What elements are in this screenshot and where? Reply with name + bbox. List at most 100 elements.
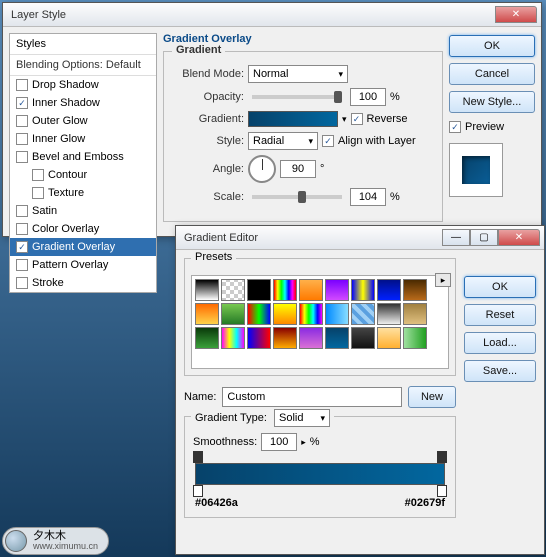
watermark-url: www.ximumu.cn bbox=[33, 542, 98, 551]
layer-style-titlebar[interactable]: Layer Style ✕ bbox=[3, 3, 541, 27]
preset-swatch[interactable] bbox=[273, 303, 297, 325]
style-checkbox[interactable] bbox=[16, 277, 28, 289]
style-checkbox[interactable] bbox=[16, 259, 28, 271]
chevron-right-icon[interactable]: ▸ bbox=[301, 437, 306, 448]
style-item-stroke[interactable]: Stroke bbox=[10, 274, 156, 292]
preset-swatch[interactable] bbox=[221, 303, 245, 325]
reset-button[interactable]: Reset bbox=[464, 304, 536, 326]
new-style-button[interactable]: New Style... bbox=[449, 91, 535, 113]
preset-swatch[interactable] bbox=[377, 303, 401, 325]
style-item-label: Color Overlay bbox=[32, 223, 99, 235]
style-item-inner-shadow[interactable]: Inner Shadow bbox=[10, 94, 156, 112]
style-checkbox[interactable] bbox=[16, 223, 28, 235]
hex-left: #06426a bbox=[195, 497, 238, 509]
close-icon[interactable]: ✕ bbox=[495, 6, 537, 23]
style-item-texture[interactable]: Texture bbox=[10, 184, 156, 202]
opacity-input[interactable]: 100 bbox=[350, 88, 386, 106]
chevron-down-icon[interactable]: ▾ bbox=[342, 114, 347, 125]
style-item-drop-shadow[interactable]: Drop Shadow bbox=[10, 76, 156, 94]
style-checkbox[interactable] bbox=[32, 187, 44, 199]
blend-mode-label: Blend Mode: bbox=[174, 68, 244, 80]
style-checkbox[interactable] bbox=[16, 133, 28, 145]
preset-swatch[interactable] bbox=[273, 279, 297, 301]
maximize-icon[interactable]: ▢ bbox=[470, 229, 498, 246]
reverse-checkbox[interactable] bbox=[351, 113, 363, 125]
style-checkbox[interactable] bbox=[16, 151, 28, 163]
cancel-button[interactable]: Cancel bbox=[449, 63, 535, 85]
color-stop-left[interactable] bbox=[193, 485, 203, 497]
style-item-label: Stroke bbox=[32, 277, 64, 289]
preset-swatch[interactable] bbox=[247, 327, 271, 349]
presets-grid[interactable] bbox=[191, 275, 449, 369]
presets-menu-icon[interactable]: ▸ bbox=[435, 273, 451, 287]
style-item-inner-glow[interactable]: Inner Glow bbox=[10, 130, 156, 148]
preset-swatch[interactable] bbox=[195, 279, 219, 301]
style-item-contour[interactable]: Contour bbox=[10, 166, 156, 184]
style-item-bevel-and-emboss[interactable]: Bevel and Emboss bbox=[10, 148, 156, 166]
smoothness-input[interactable]: 100 bbox=[261, 433, 297, 451]
scale-input[interactable]: 104 bbox=[350, 188, 386, 206]
preset-swatch[interactable] bbox=[403, 303, 427, 325]
load-button[interactable]: Load... bbox=[464, 332, 536, 354]
preset-swatch[interactable] bbox=[299, 303, 323, 325]
layer-style-window: Layer Style ✕ Styles Blending Options: D… bbox=[2, 2, 542, 237]
name-input[interactable] bbox=[222, 387, 402, 407]
opacity-slider[interactable] bbox=[252, 95, 342, 99]
style-checkbox[interactable] bbox=[16, 79, 28, 91]
ok-button[interactable]: OK bbox=[449, 35, 535, 57]
opacity-stop-right[interactable] bbox=[437, 451, 447, 463]
name-label: Name: bbox=[184, 391, 216, 403]
preset-swatch[interactable] bbox=[351, 303, 375, 325]
style-item-satin[interactable]: Satin bbox=[10, 202, 156, 220]
style-checkbox[interactable] bbox=[16, 205, 28, 217]
preset-swatch[interactable] bbox=[325, 279, 349, 301]
preset-swatch[interactable] bbox=[273, 327, 297, 349]
style-select[interactable]: Radial bbox=[248, 132, 318, 150]
preset-swatch[interactable] bbox=[351, 327, 375, 349]
blend-mode-select[interactable]: Normal bbox=[248, 65, 348, 83]
preset-swatch[interactable] bbox=[299, 327, 323, 349]
angle-input[interactable]: 90 bbox=[280, 160, 316, 178]
style-item-color-overlay[interactable]: Color Overlay bbox=[10, 220, 156, 238]
style-item-gradient-overlay[interactable]: Gradient Overlay bbox=[10, 238, 156, 256]
gradient-swatch[interactable] bbox=[248, 111, 338, 127]
preset-swatch[interactable] bbox=[325, 327, 349, 349]
preset-swatch[interactable] bbox=[325, 303, 349, 325]
preset-swatch[interactable] bbox=[403, 279, 427, 301]
gradient-bar[interactable] bbox=[195, 463, 445, 485]
close-icon[interactable]: ✕ bbox=[498, 229, 540, 246]
save-button[interactable]: Save... bbox=[464, 360, 536, 382]
style-item-pattern-overlay[interactable]: Pattern Overlay bbox=[10, 256, 156, 274]
ok-button[interactable]: OK bbox=[464, 276, 536, 298]
align-checkbox[interactable] bbox=[322, 135, 334, 147]
preset-swatch[interactable] bbox=[377, 327, 401, 349]
preset-swatch[interactable] bbox=[221, 327, 245, 349]
scale-slider[interactable] bbox=[252, 195, 342, 199]
preset-swatch[interactable] bbox=[247, 279, 271, 301]
opacity-stop-left[interactable] bbox=[193, 451, 203, 463]
gradient-editor-titlebar[interactable]: Gradient Editor — ▢ ✕ bbox=[176, 226, 544, 250]
preset-swatch[interactable] bbox=[351, 279, 375, 301]
minimize-icon[interactable]: — bbox=[442, 229, 470, 246]
preset-swatch[interactable] bbox=[247, 303, 271, 325]
style-checkbox[interactable] bbox=[32, 169, 44, 181]
preset-swatch[interactable] bbox=[299, 279, 323, 301]
style-item-outer-glow[interactable]: Outer Glow bbox=[10, 112, 156, 130]
preset-swatch[interactable] bbox=[377, 279, 401, 301]
style-item-label: Gradient Overlay bbox=[32, 241, 115, 253]
color-stop-right[interactable] bbox=[437, 485, 447, 497]
preset-swatch[interactable] bbox=[195, 327, 219, 349]
preset-swatch[interactable] bbox=[221, 279, 245, 301]
gradient-type-select[interactable]: Solid bbox=[274, 409, 330, 427]
style-checkbox[interactable] bbox=[16, 97, 28, 109]
style-checkbox[interactable] bbox=[16, 115, 28, 127]
style-checkbox[interactable] bbox=[16, 241, 28, 253]
gradient-type-group: Gradient Type: Solid Smoothness: 100 ▸ % bbox=[184, 416, 456, 518]
blending-options-row[interactable]: Blending Options: Default bbox=[10, 55, 156, 76]
preset-swatch[interactable] bbox=[195, 303, 219, 325]
new-button[interactable]: New bbox=[408, 386, 456, 408]
preview-checkbox[interactable] bbox=[449, 121, 461, 133]
angle-dial[interactable] bbox=[248, 155, 276, 183]
preset-swatch[interactable] bbox=[403, 327, 427, 349]
styles-header[interactable]: Styles bbox=[10, 34, 156, 55]
